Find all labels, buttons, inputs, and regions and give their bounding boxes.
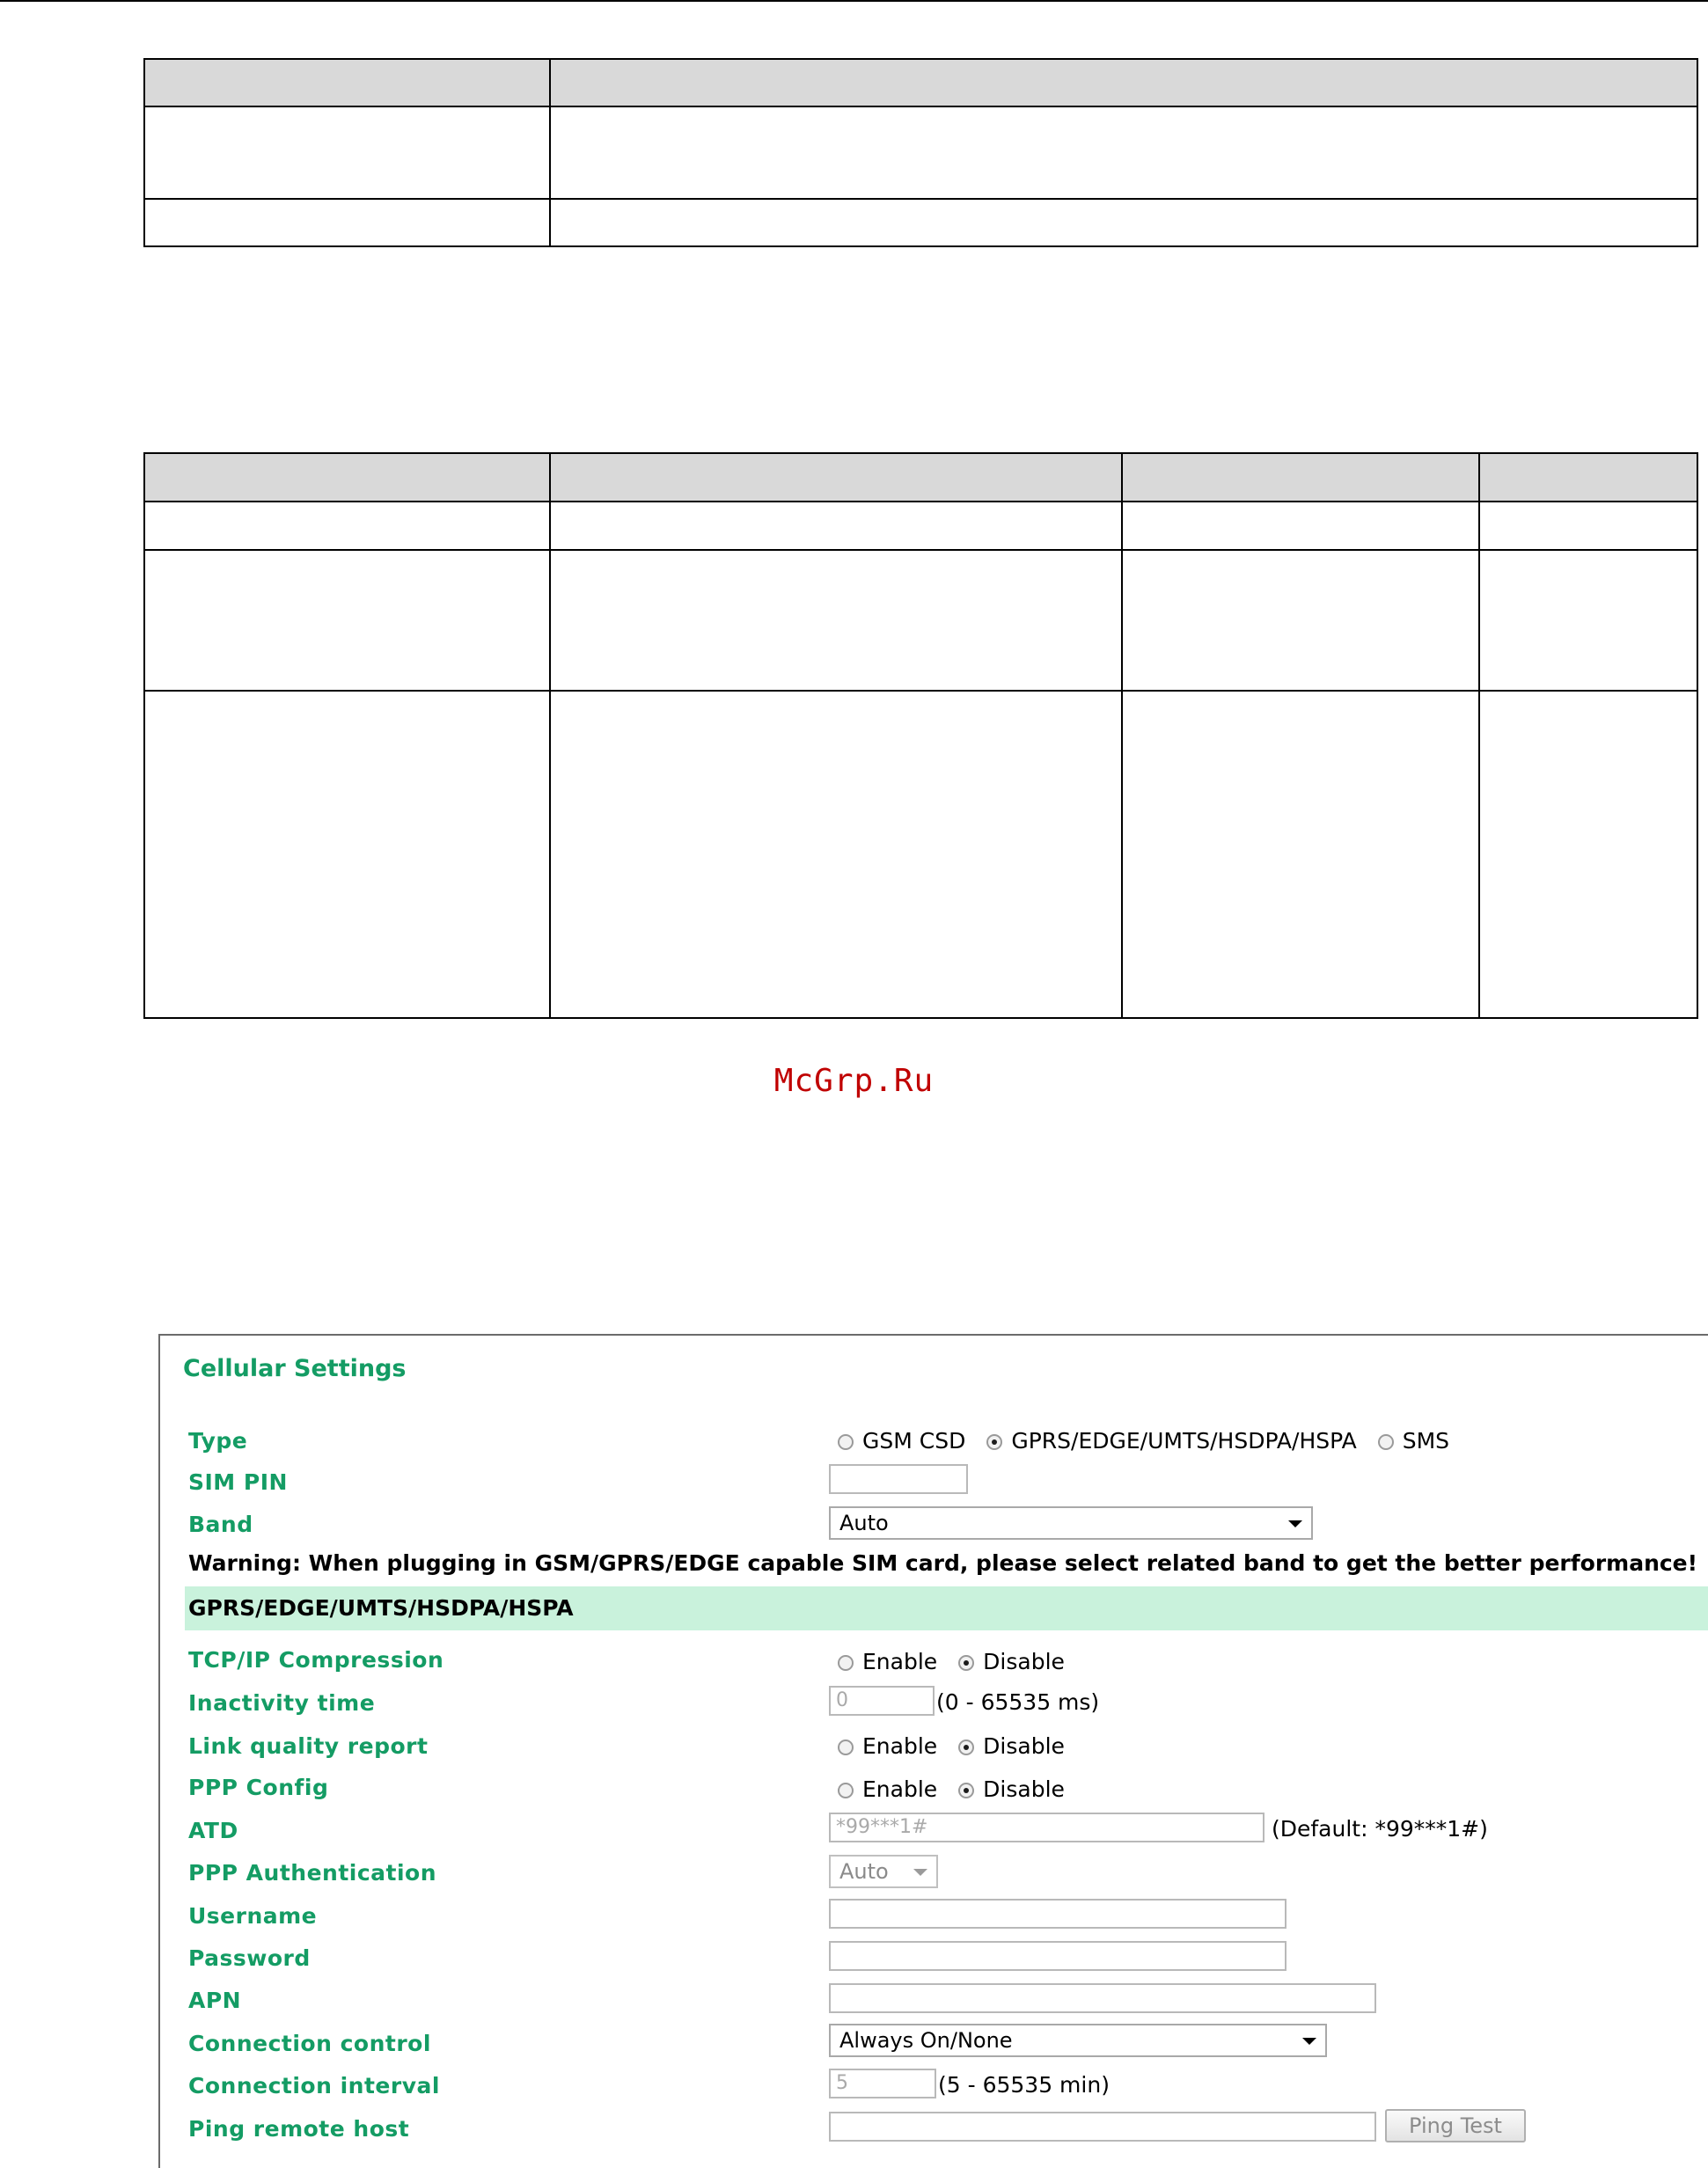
table-cell: [143, 58, 551, 107]
table-cell: [549, 549, 1123, 692]
table-cell: [1121, 452, 1480, 502]
username-input[interactable]: [829, 1899, 1286, 1929]
band-select[interactable]: Auto: [829, 1506, 1313, 1540]
radio-icon[interactable]: [838, 1740, 854, 1755]
ppp-authentication-select[interactable]: Auto: [829, 1855, 938, 1888]
ping-remote-host-label: Ping remote host: [188, 2116, 410, 2142]
table-row: [143, 690, 1698, 1019]
radio-icon[interactable]: [838, 1783, 854, 1798]
password-input[interactable]: [829, 1941, 1286, 1971]
connection-interval-range: (5 - 65535 min): [938, 2072, 1110, 2098]
band-warning: Warning: When plugging in GSM/GPRS/EDGE …: [188, 1550, 1698, 1576]
table-cell: [549, 452, 1123, 502]
table-cell: [1121, 501, 1480, 551]
password-label: Password: [188, 1945, 311, 1971]
sim-pin-input[interactable]: [829, 1464, 968, 1494]
ppp-authentication-value: Auto: [839, 1859, 889, 1884]
section-header: GPRS/EDGE/UMTS/HSDPA/HSPA: [185, 1586, 1708, 1630]
table-row: [143, 501, 1698, 551]
type-label: Type: [188, 1428, 248, 1454]
band-select-value: Auto: [839, 1511, 889, 1535]
chevron-down-icon: [913, 1869, 927, 1876]
ppp-config-radio-group: Enable Disable: [838, 1776, 1086, 1802]
table-cell: [1478, 549, 1698, 692]
section-title: GPRS/EDGE/UMTS/HSDPA/HSPA: [188, 1595, 574, 1621]
band-label: Band: [188, 1512, 253, 1537]
table-cell: [549, 198, 1698, 247]
tcpip-compression-enable[interactable]: Enable: [838, 1649, 937, 1674]
atd-label: ATD: [188, 1818, 238, 1843]
apn-label: APN: [188, 1988, 242, 2013]
ppp-config-disable[interactable]: Disable: [958, 1776, 1065, 1802]
type-option-gsm-csd[interactable]: GSM CSD: [838, 1428, 965, 1454]
link-quality-radio-group: Enable Disable: [838, 1733, 1086, 1759]
link-quality-enable[interactable]: Enable: [838, 1733, 937, 1759]
table-cell: [1121, 549, 1480, 692]
tcpip-compression-disable[interactable]: Disable: [958, 1649, 1065, 1674]
panel-title: Cellular Settings: [183, 1355, 407, 1382]
inactivity-time-input[interactable]: 0: [829, 1686, 935, 1716]
document-table-2: [143, 452, 1698, 1019]
radio-checked-icon[interactable]: [958, 1740, 975, 1755]
table-header-row: [143, 58, 1698, 107]
ppp-authentication-label: PPP Authentication: [188, 1860, 437, 1886]
connection-control-value: Always On/None: [839, 2028, 1013, 2053]
table-cell: [143, 106, 551, 200]
table-cell: [1478, 501, 1698, 551]
page-top-rule: [0, 0, 1708, 2]
table-cell: [549, 501, 1123, 551]
table-cell: [549, 106, 1698, 200]
ping-test-button[interactable]: Ping Test: [1385, 2109, 1526, 2142]
document-table-1: [143, 58, 1698, 247]
table-cell: [549, 690, 1123, 1019]
radio-checked-icon[interactable]: [986, 1434, 1003, 1450]
connection-interval-input[interactable]: 5: [829, 2069, 936, 2098]
table-cell: [1478, 452, 1698, 502]
table-row: [143, 549, 1698, 692]
watermark-text: McGrp.Ru: [773, 1063, 935, 1099]
table-cell: [143, 198, 551, 247]
type-option-gprs[interactable]: GPRS/EDGE/UMTS/HSDPA/HSPA: [986, 1428, 1357, 1454]
sim-pin-label: SIM PIN: [188, 1469, 288, 1495]
username-label: Username: [188, 1903, 318, 1929]
inactivity-time-range: (0 - 65535 ms): [936, 1689, 1100, 1715]
table-row: [143, 106, 1698, 200]
connection-control-label: Connection control: [188, 2031, 431, 2056]
link-quality-disable[interactable]: Disable: [958, 1733, 1065, 1759]
table-cell: [143, 549, 551, 692]
type-radio-group: GSM CSD GPRS/EDGE/UMTS/HSDPA/HSPA SMS: [838, 1428, 1470, 1454]
table-cell: [143, 452, 551, 502]
chevron-down-icon: [1302, 2038, 1316, 2045]
type-option-sms[interactable]: SMS: [1377, 1428, 1449, 1454]
radio-icon[interactable]: [1377, 1434, 1394, 1450]
apn-input[interactable]: [829, 1983, 1376, 2013]
atd-input[interactable]: *99***1#: [829, 1813, 1265, 1842]
table-cell: [1478, 690, 1698, 1019]
connection-interval-label: Connection interval: [188, 2073, 440, 2098]
chevron-down-icon: [1288, 1520, 1302, 1527]
radio-checked-icon[interactable]: [958, 1783, 975, 1798]
radio-icon[interactable]: [838, 1655, 854, 1671]
tcpip-compression-label: TCP/IP Compression: [188, 1647, 444, 1673]
radio-icon[interactable]: [838, 1434, 854, 1450]
ping-remote-host-input[interactable]: [829, 2112, 1376, 2142]
link-quality-report-label: Link quality report: [188, 1733, 429, 1759]
tcpip-compression-radio-group: Enable Disable: [838, 1649, 1086, 1674]
table-cell: [143, 690, 551, 1019]
radio-checked-icon[interactable]: [958, 1655, 975, 1671]
inactivity-time-label: Inactivity time: [188, 1690, 376, 1716]
table-row: [143, 198, 1698, 247]
atd-default-hint: (Default: *99***1#): [1272, 1816, 1488, 1842]
table-cell: [1121, 690, 1480, 1019]
ppp-config-enable[interactable]: Enable: [838, 1776, 937, 1802]
ppp-config-label: PPP Config: [188, 1775, 329, 1800]
table-cell: [143, 501, 551, 551]
connection-control-select[interactable]: Always On/None: [829, 2024, 1327, 2057]
table-header-row: [143, 452, 1698, 502]
table-cell: [549, 58, 1698, 107]
